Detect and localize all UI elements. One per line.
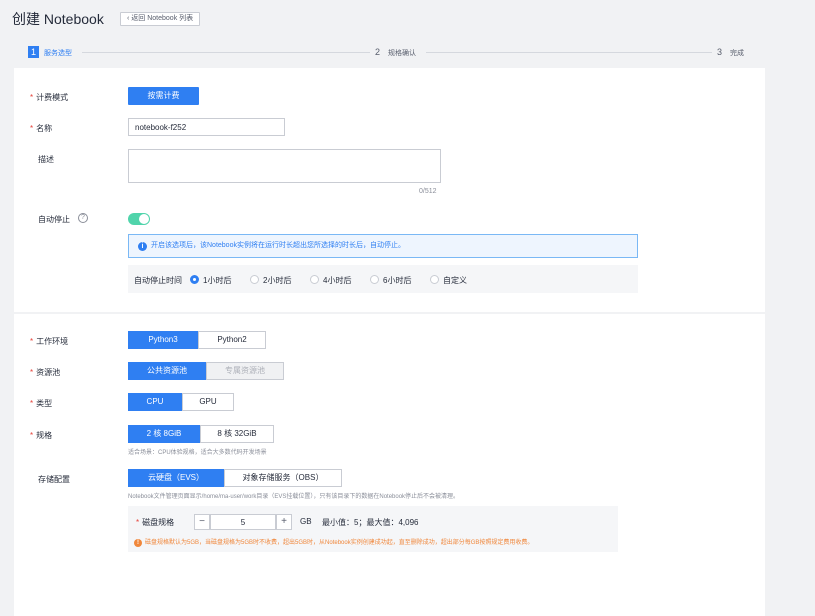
billing-mode-button[interactable]: 按需计费 xyxy=(128,87,199,105)
pool-option-dedicated[interactable]: 专属资源池 xyxy=(206,362,284,380)
step-1-label: 服务选型 xyxy=(44,50,72,57)
environment-label: * 工作环境 xyxy=(30,337,69,346)
disk-config-area: *磁盘规格 − + GB 最小值：5；最大值：4,096 !磁盘规格默认为5GB… xyxy=(128,506,618,552)
storage-hint: Notebook文件管理页面显示/home/ma-user/work目录（EVS… xyxy=(128,494,460,500)
step-3-number: 3 xyxy=(716,47,722,57)
back-to-list-button[interactable]: ‹ 返回 Notebook 列表 xyxy=(120,12,201,26)
storage-selector: 云硬盘（EVS） 对象存储服务（OBS） xyxy=(128,469,342,487)
auto-stop-time-label: 自动停止时间 xyxy=(134,276,182,285)
disk-warning: ! 磁盘规格默认为5GB，当磁盘规格为5GB时不收费，超出5GB时，从Notebo… xyxy=(134,537,533,547)
back-button-label: 返回 Notebook 列表 xyxy=(131,15,194,22)
basic-info-section: *计费模式 按需计费 *名称 描述 0/512 自动停止 ? i 开启该选项后，… xyxy=(14,68,765,312)
storage-option-obs[interactable]: 对象存储服务（OBS） xyxy=(224,469,342,487)
disk-size-label: * 磁盘规格 xyxy=(136,518,175,527)
storage-label: 存储配置 xyxy=(38,475,70,484)
flavor-label: * 规格 xyxy=(30,431,53,440)
step-2-number: 2 xyxy=(374,47,380,57)
disk-unit: GB xyxy=(300,517,312,526)
info-text: 开启该选项后，该Notebook实例将在运行时长超出您所选择的时长后，自动停止。 xyxy=(151,242,405,249)
environment-selector: Python3 Python2 xyxy=(128,331,266,349)
flavor-option-8c32g[interactable]: 8 核 32GiB xyxy=(200,425,274,443)
disk-size-input[interactable] xyxy=(210,514,276,530)
type-label: * 类型 xyxy=(30,399,53,408)
step-divider xyxy=(82,52,370,53)
type-option-cpu[interactable]: CPU xyxy=(128,393,182,411)
resource-section: * 工作环境 Python3 Python2 * 资源池 公共资源池 专属资源池 *… xyxy=(14,314,765,616)
decrease-button[interactable]: − xyxy=(194,514,210,530)
description-counter: 0/512 xyxy=(419,188,437,195)
flavor-option-2c8g[interactable]: 2 核 8GiB xyxy=(128,425,200,443)
flavor-hint: 适合场景：CPU体验规格，适合大多数代码开发场景 xyxy=(128,450,267,456)
auto-stop-toggle[interactable] xyxy=(128,213,150,225)
env-option-python2[interactable]: Python2 xyxy=(198,331,266,349)
increase-button[interactable]: + xyxy=(276,514,292,530)
name-input[interactable] xyxy=(128,118,285,136)
step-1-number: 1 xyxy=(28,46,39,58)
resource-pool-label: * 资源池 xyxy=(30,368,61,377)
flavor-selector: 2 核 8GiB 8 核 32GiB xyxy=(128,425,274,443)
env-option-python3[interactable]: Python3 xyxy=(128,331,198,349)
warning-icon: ! xyxy=(134,539,142,547)
auto-stop-info: i 开启该选项后，该Notebook实例将在运行时长超出您所选择的时长后，自动停… xyxy=(128,234,638,258)
radio-4h[interactable]: 4小时后 xyxy=(310,275,351,286)
step-divider xyxy=(426,52,712,53)
radio-2h[interactable]: 2小时后 xyxy=(250,275,291,286)
step-indicator: 1 服务选型 2 规格确认 3 完成 xyxy=(14,40,765,66)
type-option-gpu[interactable]: GPU xyxy=(182,393,234,411)
name-label: * 名称 xyxy=(30,124,53,133)
page-title: 创建 Notebook xyxy=(12,11,104,27)
disk-range: 最小值：5；最大值：4,096 xyxy=(322,518,419,527)
step-2-label: 规格确认 xyxy=(388,50,416,57)
pool-option-public[interactable]: 公共资源池 xyxy=(128,362,206,380)
radio-custom[interactable]: 自定义 xyxy=(430,275,467,286)
auto-stop-time-group: 自动停止时间 1小时后 2小时后 4小时后 6小时后 自定义 xyxy=(128,265,638,293)
auto-stop-label: 自动停止 xyxy=(38,215,70,224)
help-icon[interactable]: ? xyxy=(78,213,88,223)
info-icon: i xyxy=(138,242,147,251)
radio-1h[interactable]: 1小时后 xyxy=(190,275,231,286)
type-selector: CPU GPU xyxy=(128,393,234,411)
storage-option-evs[interactable]: 云硬盘（EVS） xyxy=(128,469,224,487)
description-label: 描述 xyxy=(38,155,54,164)
description-textarea[interactable] xyxy=(128,149,441,183)
resource-pool-selector: 公共资源池 专属资源池 xyxy=(128,362,284,380)
billing-label: * 计费模式 xyxy=(30,93,69,102)
step-3-label: 完成 xyxy=(730,50,744,57)
radio-6h[interactable]: 6小时后 xyxy=(370,275,411,286)
